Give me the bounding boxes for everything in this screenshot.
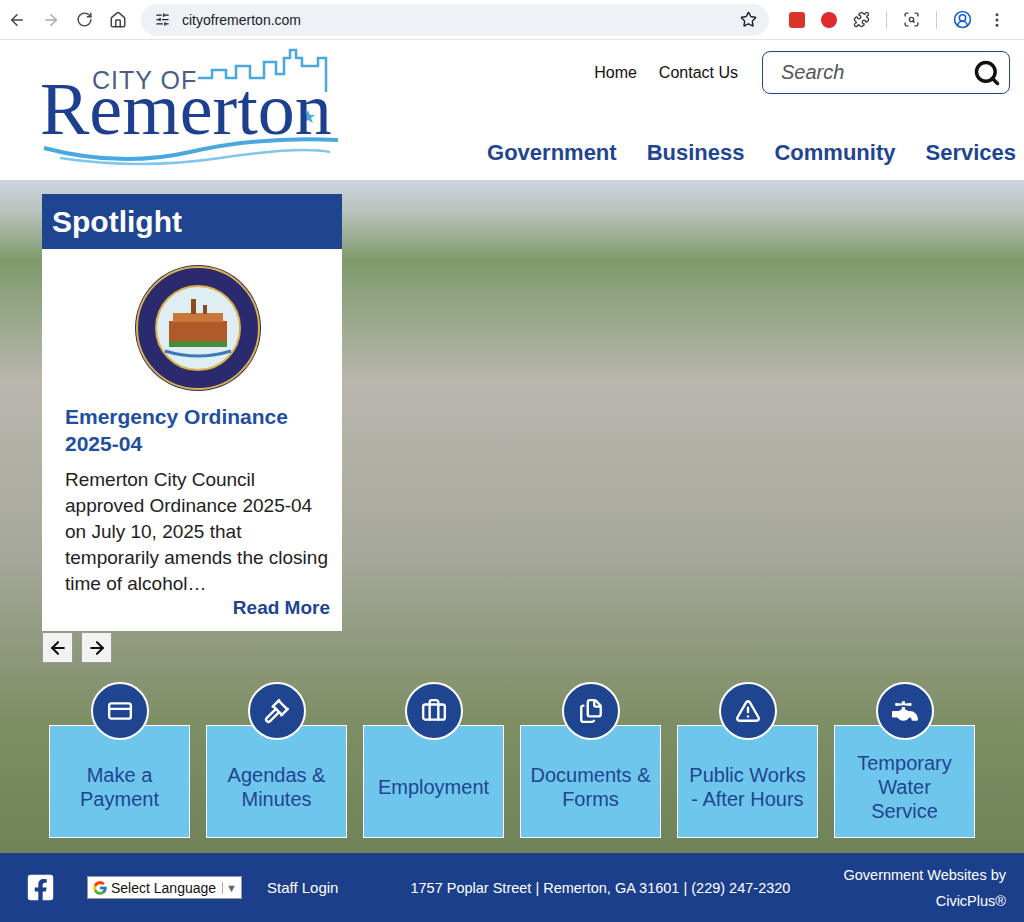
utility-links: Home Contact Us <box>594 51 1016 94</box>
read-more-link[interactable]: Read More <box>233 597 330 619</box>
quick-link-tile[interactable]: Employment <box>363 682 504 838</box>
nav-item[interactable]: Community <box>774 140 895 166</box>
quick-link-badge <box>91 682 149 740</box>
menu-icon[interactable] <box>988 11 1006 29</box>
next-button[interactable] <box>81 632 112 663</box>
footer-address: 1757 Poplar Street | Remerton, GA 31601 … <box>410 880 790 896</box>
nav-item[interactable]: Government <box>487 140 617 166</box>
quick-link-badge <box>876 682 934 740</box>
site-info-icon[interactable] <box>155 12 170 27</box>
quick-link-label: Documents & Forms <box>520 725 661 838</box>
arrow-left-icon <box>48 638 68 658</box>
toolbar-divider <box>936 11 937 29</box>
spotlight-heading[interactable]: Emergency Ordinance 2025-04 <box>65 403 330 457</box>
page: cityofremerton.com CITY OFRemerton Home Con… <box>0 0 1024 922</box>
spotlight-body: Remerton City Council approved Ordinance… <box>65 467 330 597</box>
quick-link-icon <box>264 698 290 724</box>
quick-link-badge <box>405 682 463 740</box>
footer-credit[interactable]: Government Websites by CivicPlus® <box>834 862 1006 914</box>
quick-link-label: Make a Payment <box>49 725 190 838</box>
quick-link-icon <box>107 698 133 724</box>
home-icon[interactable] <box>109 11 127 29</box>
city-logo[interactable]: CITY OFRemerton <box>40 48 340 166</box>
quick-link-label: Employment <box>363 725 504 838</box>
quick-link-icon <box>421 698 447 724</box>
site-header: CITY OFRemerton Home Contact Us Government B… <box>0 40 1024 180</box>
language-select[interactable]: Select Language▼ <box>87 876 242 899</box>
google-icon <box>92 880 108 896</box>
extensions-puzzle-icon[interactable] <box>853 11 870 28</box>
search-box[interactable] <box>762 51 1010 94</box>
toolbar-divider <box>886 11 887 29</box>
search-input[interactable] <box>779 60 973 85</box>
quick-link-tile[interactable]: Agendas & Minutes <box>206 682 347 838</box>
city-seal-icon <box>133 263 263 393</box>
quick-link-tile[interactable]: Temporary Water Service <box>834 682 975 838</box>
reload-icon[interactable] <box>76 11 93 28</box>
carousel-controls <box>42 632 1024 663</box>
utility-link[interactable]: Home <box>594 64 637 82</box>
quick-link-icon <box>578 698 604 724</box>
quick-link-icon <box>735 698 761 724</box>
spotlight-card: Spotlight Emergency Ordinance 2025-04 Reme… <box>42 194 342 631</box>
quick-link-label: Temporary Water Service <box>834 725 975 838</box>
forward-icon[interactable] <box>42 11 60 29</box>
faucet-icon <box>892 698 918 724</box>
bookmark-star-icon[interactable] <box>740 11 757 28</box>
nav-item[interactable]: Services <box>925 140 1016 166</box>
quick-link-label: Agendas & Minutes <box>206 725 347 838</box>
spotlight-title: Spotlight <box>42 194 342 249</box>
profile-icon[interactable] <box>953 10 972 29</box>
quick-link-badge <box>562 682 620 740</box>
arrow-right-icon <box>87 638 107 658</box>
address-bar[interactable]: cityofremerton.com <box>141 4 769 36</box>
main-nav: Government Business Community Services <box>487 140 1016 166</box>
url-text[interactable]: cityofremerton.com <box>182 12 728 28</box>
previous-button[interactable] <box>42 632 73 663</box>
site-footer: Select Language▼ Staff Login 1757 Poplar S… <box>0 853 1024 922</box>
extension-icon[interactable] <box>789 12 805 28</box>
quick-link-tile[interactable]: Make a Payment <box>49 682 190 838</box>
dropdown-arrow: ▼ <box>222 882 237 894</box>
quick-link-tile[interactable]: Documents & Forms <box>520 682 661 838</box>
quick-link-label: Public Works - After Hours <box>677 725 818 838</box>
nav-item[interactable]: Business <box>647 140 745 166</box>
facebook-icon[interactable] <box>26 873 55 902</box>
utility-link[interactable]: Contact Us <box>659 64 738 82</box>
browser-toolbar: cityofremerton.com <box>0 0 1024 40</box>
adblock-icon[interactable] <box>821 12 837 28</box>
back-icon[interactable] <box>8 11 26 29</box>
tab-search-icon[interactable] <box>903 11 920 28</box>
hero-photo: Spotlight Emergency Ordinance 2025-04 Reme… <box>0 180 1024 853</box>
staff-login-link[interactable]: Staff Login <box>267 879 338 896</box>
quick-link-tile[interactable]: Public Works - After Hours <box>677 682 818 838</box>
logo-name: Remerton <box>40 72 332 146</box>
quick-link-badge <box>248 682 306 740</box>
quick-links: Make a PaymentAgendas & MinutesEmploymen… <box>42 682 1024 838</box>
quick-link-badge <box>719 682 777 740</box>
search-icon[interactable] <box>973 59 1001 87</box>
